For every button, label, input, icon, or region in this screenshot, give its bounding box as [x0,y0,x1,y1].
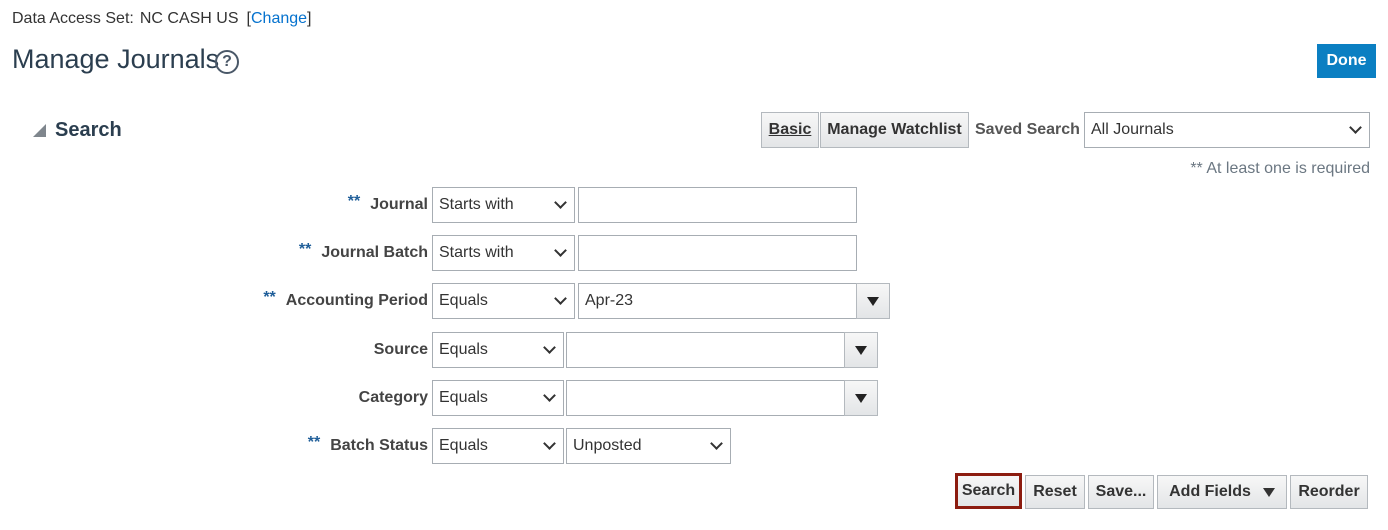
journal-batch-row: ** Journal Batch Starts with [0,235,1388,271]
triangle-down-icon [855,345,867,355]
chevron-down-icon [543,437,556,450]
journal-operator-value: Starts with [439,196,514,213]
accounting-period-label: ** Accounting Period [263,283,428,319]
required-marker: ** [307,434,321,451]
chevron-down-icon [554,196,567,209]
basic-button[interactable]: Basic [761,112,819,148]
journal-label-text: Journal [370,196,428,213]
triangle-down-icon [867,296,879,306]
required-marker: ** [298,241,312,258]
category-operator-value: Equals [439,389,488,406]
chevron-down-icon [543,341,556,354]
bracket-close: ] [307,10,312,27]
save-button[interactable]: Save... [1088,475,1154,509]
basic-button-label: Basic [768,121,812,138]
source-label: Source [373,341,428,358]
required-marker: ** [263,289,276,306]
source-lov-button[interactable] [844,332,878,368]
journal-batch-operator-value: Starts with [439,244,514,261]
chevron-down-icon [543,389,556,402]
data-access-set: Data Access Set: NC CASH US [Change] [12,10,311,28]
add-fields-button[interactable]: Add Fields [1157,475,1287,509]
question-circle-icon[interactable]: ? [215,50,239,74]
journal-batch-label-text: Journal Batch [321,244,428,261]
chevron-down-icon [554,244,567,257]
triangle-down-icon [1262,487,1275,497]
chevron-down-icon [554,292,567,305]
manage-watchlist-button[interactable]: Manage Watchlist [820,112,969,148]
saved-search-value: All Journals [1091,121,1174,138]
accounting-period-operator-value: Equals [439,292,488,309]
source-operator-select[interactable]: Equals [432,332,564,368]
batch-status-value: Unposted [573,437,642,454]
batch-status-label-text: Batch Status [330,437,428,454]
batch-status-operator-select[interactable]: Equals [432,428,564,464]
journal-operator-select[interactable]: Starts with [432,187,575,223]
accounting-period-label-text: Accounting Period [285,292,428,309]
reset-button[interactable]: Reset [1025,475,1085,509]
accounting-period-operator-select[interactable]: Equals [432,283,575,319]
done-button[interactable]: Done [1317,44,1376,78]
journal-label: ** Journal [348,187,428,223]
source-input[interactable] [566,332,845,368]
category-label: Category [358,389,428,406]
batch-status-operator-value: Equals [439,437,488,454]
category-row: Category Equals [0,380,1388,416]
accounting-period-input[interactable] [578,283,857,319]
data-access-value: NC CASH US [139,10,239,27]
saved-search-select[interactable]: All Journals [1084,112,1370,148]
search-button[interactable]: Search [955,473,1022,509]
journal-batch-operator-select[interactable]: Starts with [432,235,575,271]
source-row: Source Equals [0,332,1388,368]
accounting-period-row: ** Accounting Period Equals [0,283,1388,319]
required-note: ** At least one is required [1190,160,1370,177]
category-lov-button[interactable] [844,380,878,416]
required-marker: ** [347,193,361,210]
category-input[interactable] [566,380,845,416]
chevron-down-icon [1349,121,1362,134]
triangle-expanded-icon[interactable] [33,124,46,137]
chevron-down-icon [710,437,723,450]
batch-status-value-select[interactable]: Unposted [566,428,731,464]
search-section-title: Search [55,119,122,141]
journal-input[interactable] [578,187,857,223]
change-link[interactable]: Change [251,10,307,27]
data-access-label: Data Access Set: [12,10,134,27]
journal-batch-label: ** Journal Batch [299,235,428,271]
category-operator-select[interactable]: Equals [432,380,564,416]
batch-status-label: ** Batch Status [308,428,428,464]
page-title: Manage Journals [12,44,220,74]
saved-search-label: Saved Search [975,121,1080,138]
journal-batch-input[interactable] [578,235,857,271]
add-fields-label: Add Fields [1169,483,1251,500]
reorder-button[interactable]: Reorder [1290,475,1368,509]
accounting-period-lov-button[interactable] [856,283,890,319]
triangle-down-icon [855,393,867,403]
batch-status-row: ** Batch Status Equals Unposted [0,428,1388,464]
source-operator-value: Equals [439,341,488,358]
journal-row: ** Journal Starts with [0,187,1388,223]
